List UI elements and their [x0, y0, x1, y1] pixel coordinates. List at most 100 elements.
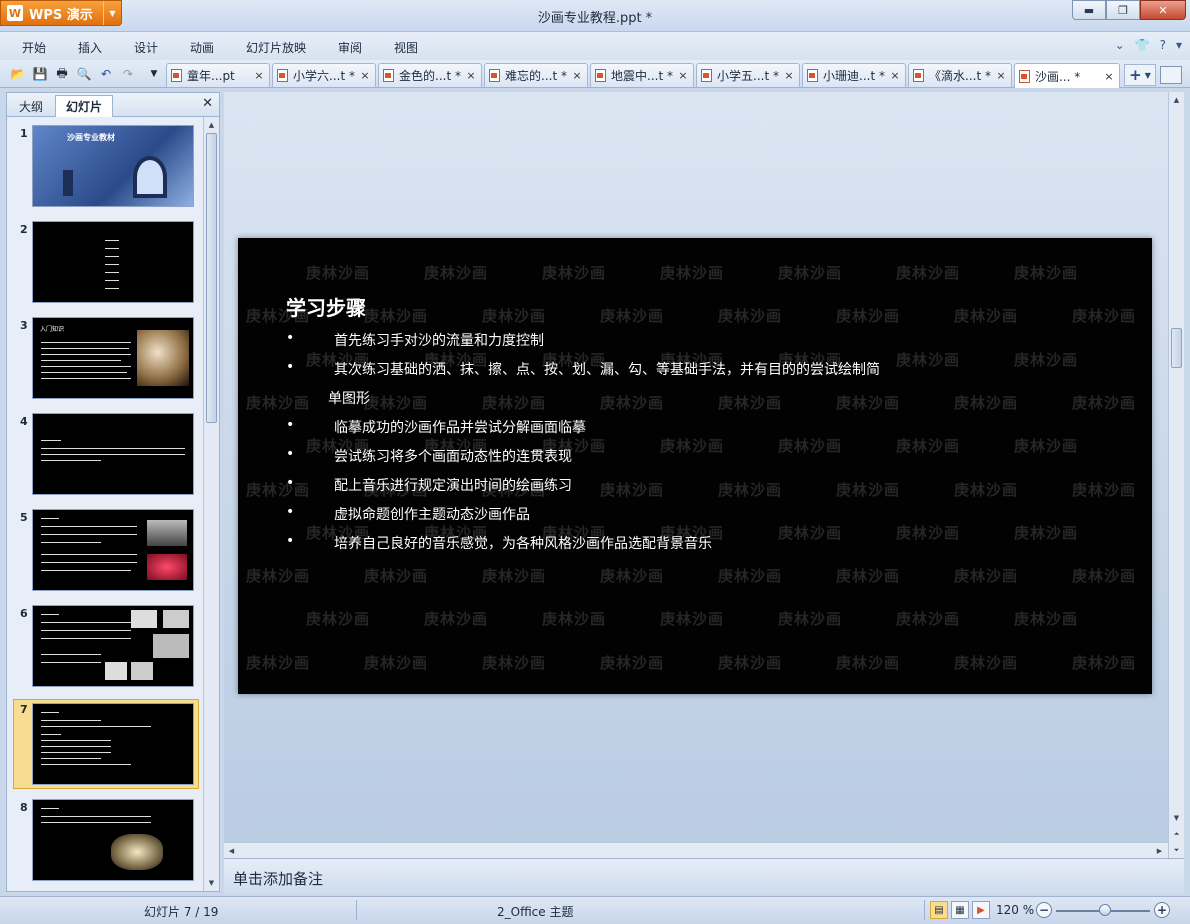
- tab-close-icon[interactable]: ×: [888, 69, 902, 82]
- thumbnail-line: [41, 758, 101, 759]
- tab-label: 小学六...t *: [293, 69, 355, 83]
- tab-close-icon[interactable]: ×: [1102, 70, 1116, 83]
- scroll-right-icon[interactable]: ▶: [1154, 845, 1165, 857]
- menu-design[interactable]: 设计: [134, 39, 158, 56]
- watermark-text: 庚林沙画: [954, 653, 1019, 672]
- tab-close-icon[interactable]: ×: [676, 69, 690, 82]
- tab-doc-6[interactable]: 小学五...t * ×: [696, 63, 800, 87]
- normal-view-icon[interactable]: ▤: [930, 901, 948, 919]
- menu-view[interactable]: 视图: [394, 39, 418, 56]
- save-icon[interactable]: 💾: [32, 66, 48, 82]
- slide-thumbnail-5[interactable]: [32, 509, 194, 591]
- customize-toolbar-icon[interactable]: ▼: [146, 66, 162, 82]
- tab-outline[interactable]: 大纲: [9, 95, 53, 117]
- scroll-up-icon[interactable]: ▲: [1171, 94, 1182, 106]
- slide-thumbnail-7[interactable]: [32, 703, 194, 785]
- zoom-slider-handle[interactable]: [1099, 904, 1111, 916]
- slide-thumbnail-6[interactable]: [32, 605, 194, 687]
- document-tab-bar: 📂 💾 🖶 🔍 ↶ ↷ ▼ 童年...pt × 小学六...t * × 金色的.…: [0, 60, 1190, 88]
- slide-number: 4: [20, 415, 28, 428]
- slide-thumbnail-4[interactable]: [32, 413, 194, 495]
- bullet-text: 其次练习基础的洒、抹、擦、点、按、划、漏、勾、等基础手法，并有目的的尝试绘制简: [334, 362, 880, 378]
- slide-title[interactable]: 学习步骤: [286, 292, 366, 321]
- editor-horizontal-scrollbar[interactable]: ◀ ▶: [224, 842, 1168, 858]
- tab-doc-3[interactable]: 金色的...t * ×: [378, 63, 482, 87]
- thumbnail-image: [147, 554, 187, 580]
- menu-home[interactable]: 开始: [22, 39, 46, 56]
- tab-doc-2[interactable]: 小学六...t * ×: [272, 63, 376, 87]
- slide-number: 5: [20, 511, 28, 524]
- slide-thumbnail-1[interactable]: 沙画专业教材: [32, 125, 194, 207]
- window-switch-button[interactable]: [1160, 66, 1182, 84]
- tab-close-icon[interactable]: ×: [570, 69, 584, 82]
- previous-slide-icon[interactable]: ⏶: [1171, 828, 1182, 840]
- menu-review[interactable]: 审阅: [338, 39, 362, 56]
- help-icon[interactable]: ?: [1160, 38, 1166, 52]
- thumbnail-line: [41, 570, 131, 571]
- theme-name[interactable]: 2_Office 主题: [497, 903, 573, 920]
- slides-pane-scrollbar[interactable]: ▲ ▼: [203, 117, 219, 891]
- watermark-text: 庚林沙画: [836, 567, 901, 586]
- plus-icon: +: [1129, 66, 1142, 84]
- tab-doc-8[interactable]: 《滴水...t * ×: [908, 63, 1012, 87]
- minimize-button[interactable]: ▬: [1072, 0, 1106, 20]
- tab-close-icon[interactable]: ×: [358, 69, 372, 82]
- slide-thumbnail-2[interactable]: [32, 221, 194, 303]
- menu-slideshow[interactable]: 幻灯片放映: [246, 39, 306, 56]
- menu-insert[interactable]: 插入: [78, 39, 102, 56]
- tab-doc-1[interactable]: 童年...pt ×: [166, 63, 270, 87]
- tab-close-icon[interactable]: ×: [782, 69, 796, 82]
- menu-animation[interactable]: 动画: [190, 39, 214, 56]
- watermark-text: 庚林沙画: [364, 393, 429, 412]
- next-slide-icon[interactable]: ⏷: [1171, 844, 1182, 856]
- notes-placeholder[interactable]: 单击添加备注: [233, 868, 323, 889]
- scrollbar-thumb[interactable]: [206, 133, 217, 423]
- tab-close-icon[interactable]: ×: [994, 69, 1008, 82]
- print-icon[interactable]: 🖶: [54, 66, 70, 82]
- thumbnail-line: [41, 808, 59, 809]
- collapse-ribbon-icon[interactable]: ⌄: [1115, 38, 1125, 52]
- print-preview-icon[interactable]: 🔍: [76, 66, 92, 82]
- tab-doc-7[interactable]: 小珊迪...t * ×: [802, 63, 906, 87]
- scroll-down-icon[interactable]: ▼: [1171, 812, 1182, 824]
- scroll-down-icon[interactable]: ▼: [206, 877, 217, 889]
- bullet-icon: •: [286, 533, 295, 549]
- slideshow-icon[interactable]: ▶: [972, 901, 990, 919]
- thumbnail-line: [41, 348, 129, 349]
- redo-icon[interactable]: ↷: [120, 66, 136, 82]
- tab-slides[interactable]: 幻灯片: [55, 95, 114, 117]
- thumbnail-line: [41, 726, 151, 727]
- maximize-button[interactable]: ❐: [1106, 0, 1140, 20]
- watermark-text: 庚林沙画: [896, 610, 961, 629]
- scroll-up-icon[interactable]: ▲: [206, 119, 217, 131]
- tab-doc-5[interactable]: 地震中...t * ×: [590, 63, 694, 87]
- open-folder-icon[interactable]: 📂: [10, 66, 26, 82]
- new-tab-button[interactable]: + ▼: [1124, 64, 1156, 86]
- current-slide[interactable]: 庚林沙画 庚林沙画 庚林沙画 庚林沙画 庚林沙画 庚林沙画 庚林沙画 庚林沙画 庚林沙画 庚林沙画…: [238, 238, 1152, 694]
- close-window-button[interactable]: ✕: [1140, 0, 1186, 20]
- skin-icon[interactable]: 👕: [1135, 38, 1150, 52]
- slide-sorter-icon[interactable]: ▦: [951, 901, 969, 919]
- thumbnail-line: [41, 734, 61, 735]
- thumbnail-line: [41, 654, 101, 655]
- editor-vertical-scrollbar[interactable]: ▲ ▼ ⏶ ⏷: [1168, 92, 1184, 858]
- slide-thumbnail-3[interactable]: 入门知识: [32, 317, 194, 399]
- watermark-text: 庚林沙画: [246, 653, 311, 672]
- zoom-level[interactable]: 120 %: [996, 903, 1034, 917]
- bullet-icon: •: [286, 417, 295, 433]
- slide-thumbnail-8[interactable]: [32, 799, 194, 881]
- tab-doc-active[interactable]: 沙画... * ×: [1014, 63, 1120, 88]
- ppt-file-icon: [489, 69, 500, 82]
- zoom-out-button[interactable]: −: [1036, 902, 1052, 918]
- scrollbar-thumb[interactable]: [1171, 328, 1182, 368]
- notes-pane[interactable]: 单击添加备注: [224, 858, 1184, 894]
- close-icon[interactable]: ✕: [202, 96, 213, 111]
- zoom-in-button[interactable]: +: [1154, 902, 1170, 918]
- tab-doc-4[interactable]: 难忘的...t * ×: [484, 63, 588, 87]
- scroll-left-icon[interactable]: ◀: [226, 845, 237, 857]
- tab-close-icon[interactable]: ×: [464, 69, 478, 82]
- thumbnail-line: [105, 240, 119, 241]
- tab-close-icon[interactable]: ×: [252, 69, 266, 82]
- ribbon-options-icon[interactable]: ▾: [1176, 38, 1182, 52]
- undo-icon[interactable]: ↶: [98, 66, 114, 82]
